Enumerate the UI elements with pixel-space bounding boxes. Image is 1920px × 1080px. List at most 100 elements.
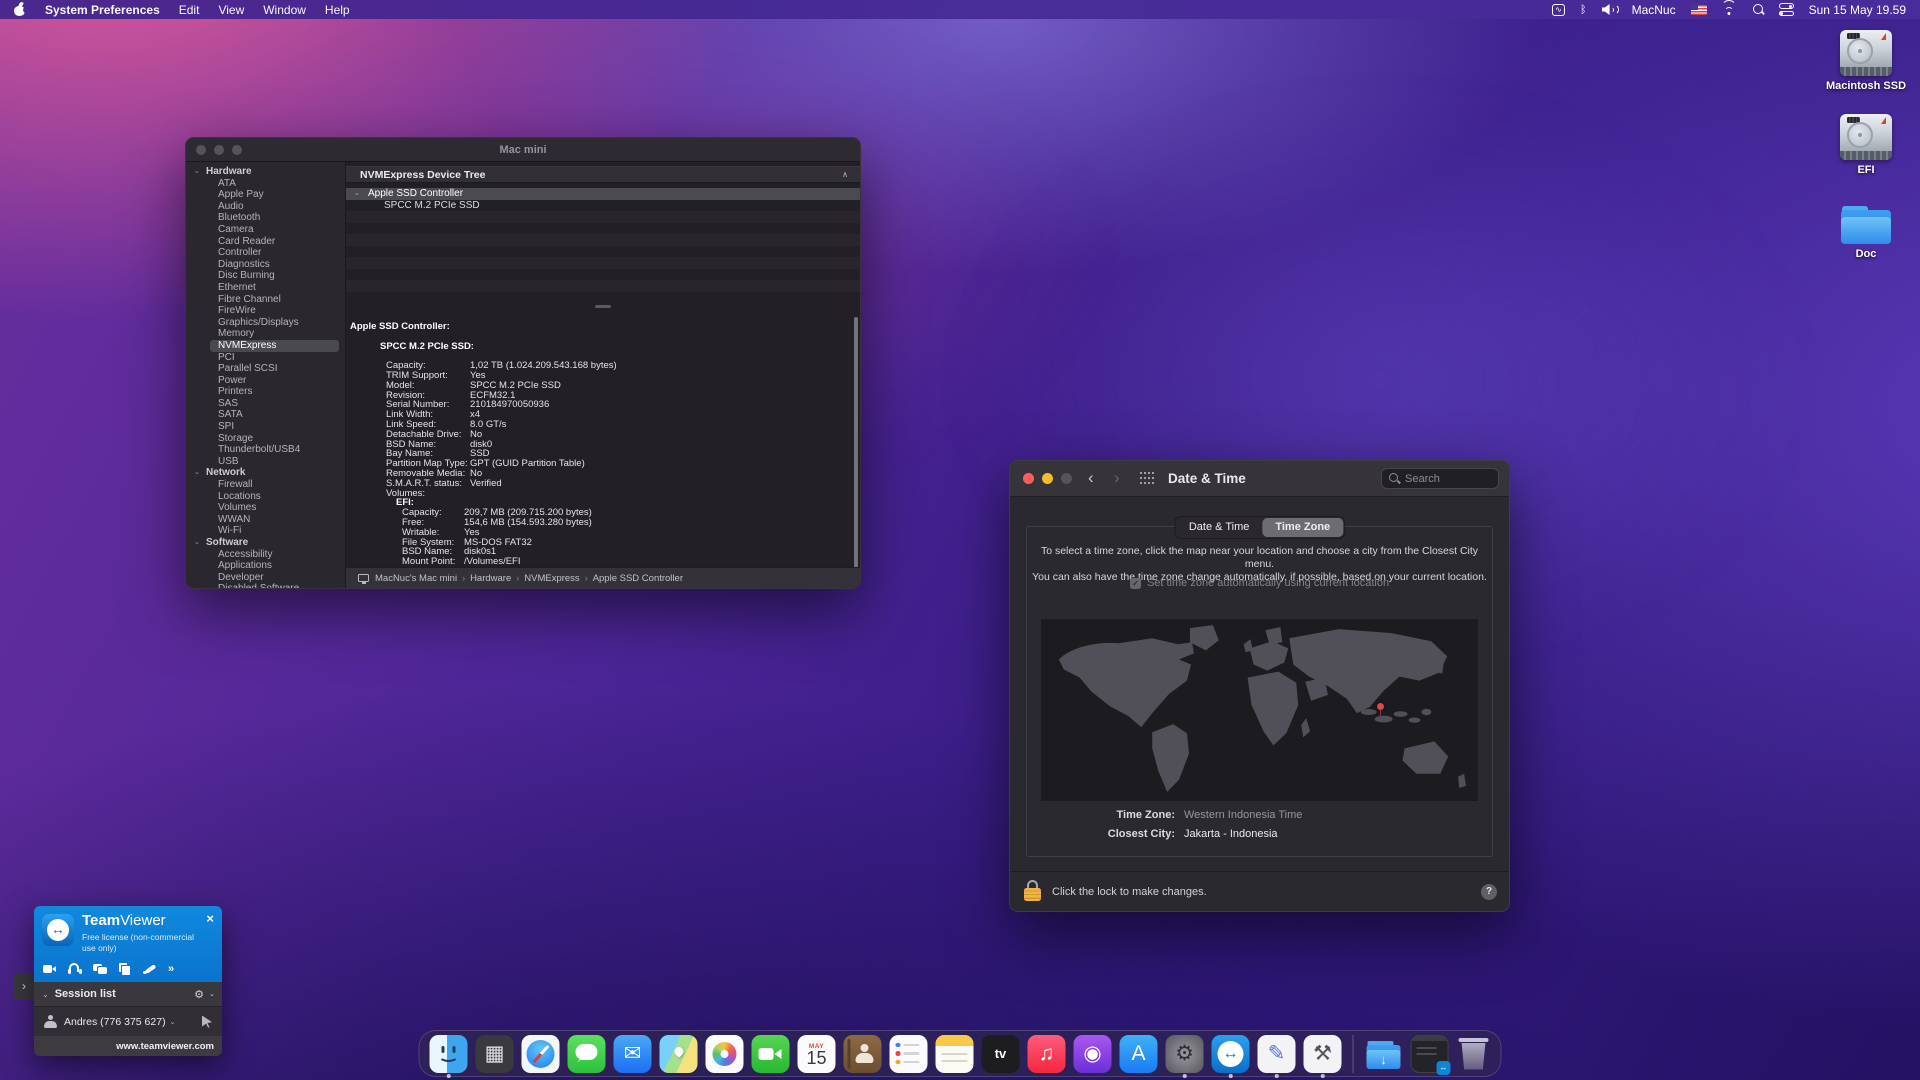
sidebar-item-bluetooth[interactable]: Bluetooth xyxy=(186,212,345,224)
sidebar-item-pci[interactable]: PCI xyxy=(186,352,345,364)
sidebar-item-sas[interactable]: SAS xyxy=(186,398,345,410)
sidebar-item-disabled-software[interactable]: Disabled Software xyxy=(186,583,345,588)
sidebar-item-printers[interactable]: Printers xyxy=(186,386,345,398)
wifi-icon[interactable] xyxy=(1722,4,1737,15)
details-scrollbar[interactable] xyxy=(854,317,858,583)
forward-button[interactable]: › xyxy=(1114,461,1120,497)
breadcrumb-item[interactable]: NVMExpress xyxy=(524,573,579,584)
dock-item-hackintool[interactable]: ⚒ xyxy=(1304,1035,1342,1073)
menu-item-help[interactable]: Help xyxy=(325,3,350,17)
desktop-icon-efi[interactable]: EFI xyxy=(1818,114,1914,176)
dock-item-minimized-window[interactable]: ↔ xyxy=(1411,1035,1449,1073)
dock-item-mail[interactable]: ✉ xyxy=(614,1035,652,1073)
breadcrumb-item[interactable]: MacNuc's Mac mini xyxy=(375,573,457,584)
dock-item-safari[interactable] xyxy=(522,1035,560,1073)
sysinfo-sidebar[interactable]: ⌄HardwareATAApple PayAudioBluetoothCamer… xyxy=(186,162,346,588)
dock-item-music[interactable]: ♫ xyxy=(1028,1035,1066,1073)
dock-item-launchpad[interactable]: ▦ xyxy=(476,1035,514,1073)
copy-icon[interactable] xyxy=(118,963,132,975)
teamviewer-collapse-tab[interactable]: › xyxy=(13,973,35,1000)
sidebar-item-wi-fi[interactable]: Wi-Fi xyxy=(186,525,345,537)
teamviewer-menu-item[interactable]: MacNuc xyxy=(1632,3,1676,17)
sidebar-item-disc-burning[interactable]: Disc Burning xyxy=(186,270,345,282)
tree-row[interactable]: ⌄Apple SSD Controller xyxy=(346,188,860,200)
world-map[interactable] xyxy=(1041,619,1478,801)
sidebar-item-usb[interactable]: USB xyxy=(186,456,345,468)
sidebar-item-power[interactable]: Power xyxy=(186,375,345,387)
sidebar-item-ethernet[interactable]: Ethernet xyxy=(186,282,345,294)
close-icon[interactable]: × xyxy=(206,911,214,926)
menu-bar-clock[interactable]: Sun 15 May 19.59 xyxy=(1809,3,1906,17)
app-menu-title[interactable]: System Preferences xyxy=(45,3,160,17)
tab-date-time[interactable]: Date & Time xyxy=(1176,518,1263,537)
sidebar-item-firewire[interactable]: FireWire xyxy=(186,305,345,317)
dock-item-photos[interactable] xyxy=(706,1035,744,1073)
dock-item-configurator[interactable]: ✎ xyxy=(1258,1035,1296,1073)
sidebar-item-ata[interactable]: ATA xyxy=(186,178,345,190)
menu-item-window[interactable]: Window xyxy=(263,3,306,17)
video-camera-icon[interactable] xyxy=(43,963,57,975)
menu-item-view[interactable]: View xyxy=(218,3,244,17)
window-controls[interactable] xyxy=(1023,473,1072,484)
performance-monitor-icon[interactable]: ∿ xyxy=(1552,4,1565,16)
sidebar-item-card-reader[interactable]: Card Reader xyxy=(186,236,345,248)
sidebar-item-fibre-channel[interactable]: Fibre Channel xyxy=(186,294,345,306)
spotlight-icon[interactable] xyxy=(1752,4,1764,16)
sidebar-item-diagnostics[interactable]: Diagnostics xyxy=(186,259,345,271)
sidebar-item-parallel-scsi[interactable]: Parallel SCSI xyxy=(186,363,345,375)
dock-item-finder[interactable] xyxy=(430,1035,468,1073)
tree-row[interactable]: SPCC M.2 PCIe SSD xyxy=(346,200,860,212)
sidebar-item-controller[interactable]: Controller xyxy=(186,247,345,259)
title-bar[interactable]: Mac mini xyxy=(186,138,860,162)
breadcrumb[interactable]: MacNuc's Mac mini›Hardware›NVMExpress›Ap… xyxy=(375,573,683,584)
sidebar-item-sata[interactable]: SATA xyxy=(186,409,345,421)
dock-item-app-store[interactable]: A xyxy=(1120,1035,1158,1073)
closest-city-value[interactable]: Jakarta - Indonesia xyxy=(1184,828,1278,840)
sidebar-group-network[interactable]: ⌄Network xyxy=(186,467,345,479)
dock-item-trash[interactable] xyxy=(1457,1035,1491,1073)
sidebar-item-storage[interactable]: Storage xyxy=(186,433,345,445)
headset-icon[interactable] xyxy=(68,963,82,975)
dock-item-notes[interactable] xyxy=(936,1035,974,1073)
sidebar-group-hardware[interactable]: ⌄Hardware xyxy=(186,166,345,178)
auto-timezone-checkbox[interactable]: ✓ Set time zone automatically using curr… xyxy=(1027,577,1492,589)
chat-icon[interactable] xyxy=(93,963,107,975)
dock-item-messages[interactable] xyxy=(568,1035,606,1073)
sidebar-item-developer[interactable]: Developer xyxy=(186,572,345,584)
sidebar-group-software[interactable]: ⌄Software xyxy=(186,537,345,549)
sidebar-item-wwan[interactable]: WWAN xyxy=(186,514,345,526)
dock-item-tv[interactable]: tv xyxy=(982,1035,1020,1073)
sidebar-item-graphics-displays[interactable]: Graphics/Displays xyxy=(186,317,345,329)
menu-item-edit[interactable]: Edit xyxy=(179,3,200,17)
back-button[interactable]: ‹ xyxy=(1088,461,1094,497)
sidebar-item-firewall[interactable]: Firewall xyxy=(186,479,345,491)
lock-icon[interactable] xyxy=(1024,880,1042,904)
volume-icon[interactable] xyxy=(1602,4,1617,15)
gear-icon[interactable]: ⚙ xyxy=(194,988,204,1001)
checkbox-check-icon[interactable]: ✓ xyxy=(1130,578,1141,589)
sidebar-item-volumes[interactable]: Volumes xyxy=(186,502,345,514)
dock-item-downloads[interactable]: ↓ xyxy=(1365,1035,1403,1073)
session-user-row[interactable]: Andres (776 375 627) ⌄ xyxy=(34,1006,222,1036)
desktop-icon-macintosh-ssd[interactable]: Macintosh SSD xyxy=(1818,30,1914,92)
sidebar-item-accessibility[interactable]: Accessibility xyxy=(186,549,345,561)
search-field[interactable]: Search xyxy=(1381,468,1499,489)
sidebar-item-audio[interactable]: Audio xyxy=(186,201,345,213)
sidebar-item-applications[interactable]: Applications xyxy=(186,560,345,572)
dock-item-podcasts[interactable]: ◉ xyxy=(1074,1035,1112,1073)
dock-item-maps[interactable] xyxy=(660,1035,698,1073)
sidebar-item-apple-pay[interactable]: Apple Pay xyxy=(186,189,345,201)
breadcrumb-item[interactable]: Hardware xyxy=(470,573,511,584)
desktop-icon-doc[interactable]: Doc xyxy=(1818,200,1914,260)
dock-item-teamviewer[interactable]: ↔ xyxy=(1212,1035,1250,1073)
sidebar-item-nvmexpress[interactable]: NVMExpress xyxy=(210,340,339,352)
help-button[interactable]: ? xyxy=(1481,884,1497,900)
chevron-down-icon[interactable]: ⌄ xyxy=(209,990,215,998)
control-center-icon[interactable] xyxy=(1779,3,1794,16)
device-tree-header[interactable]: NVMExpress Device Tree ∧ xyxy=(346,166,860,183)
sidebar-item-thunderbolt-usb4[interactable]: Thunderbolt/USB4 xyxy=(186,444,345,456)
tab-time-zone[interactable]: Time Zone xyxy=(1262,518,1343,537)
dock-item-reminders[interactable] xyxy=(890,1035,928,1073)
dock-item-facetime[interactable] xyxy=(752,1035,790,1073)
sidebar-item-spi[interactable]: SPI xyxy=(186,421,345,433)
